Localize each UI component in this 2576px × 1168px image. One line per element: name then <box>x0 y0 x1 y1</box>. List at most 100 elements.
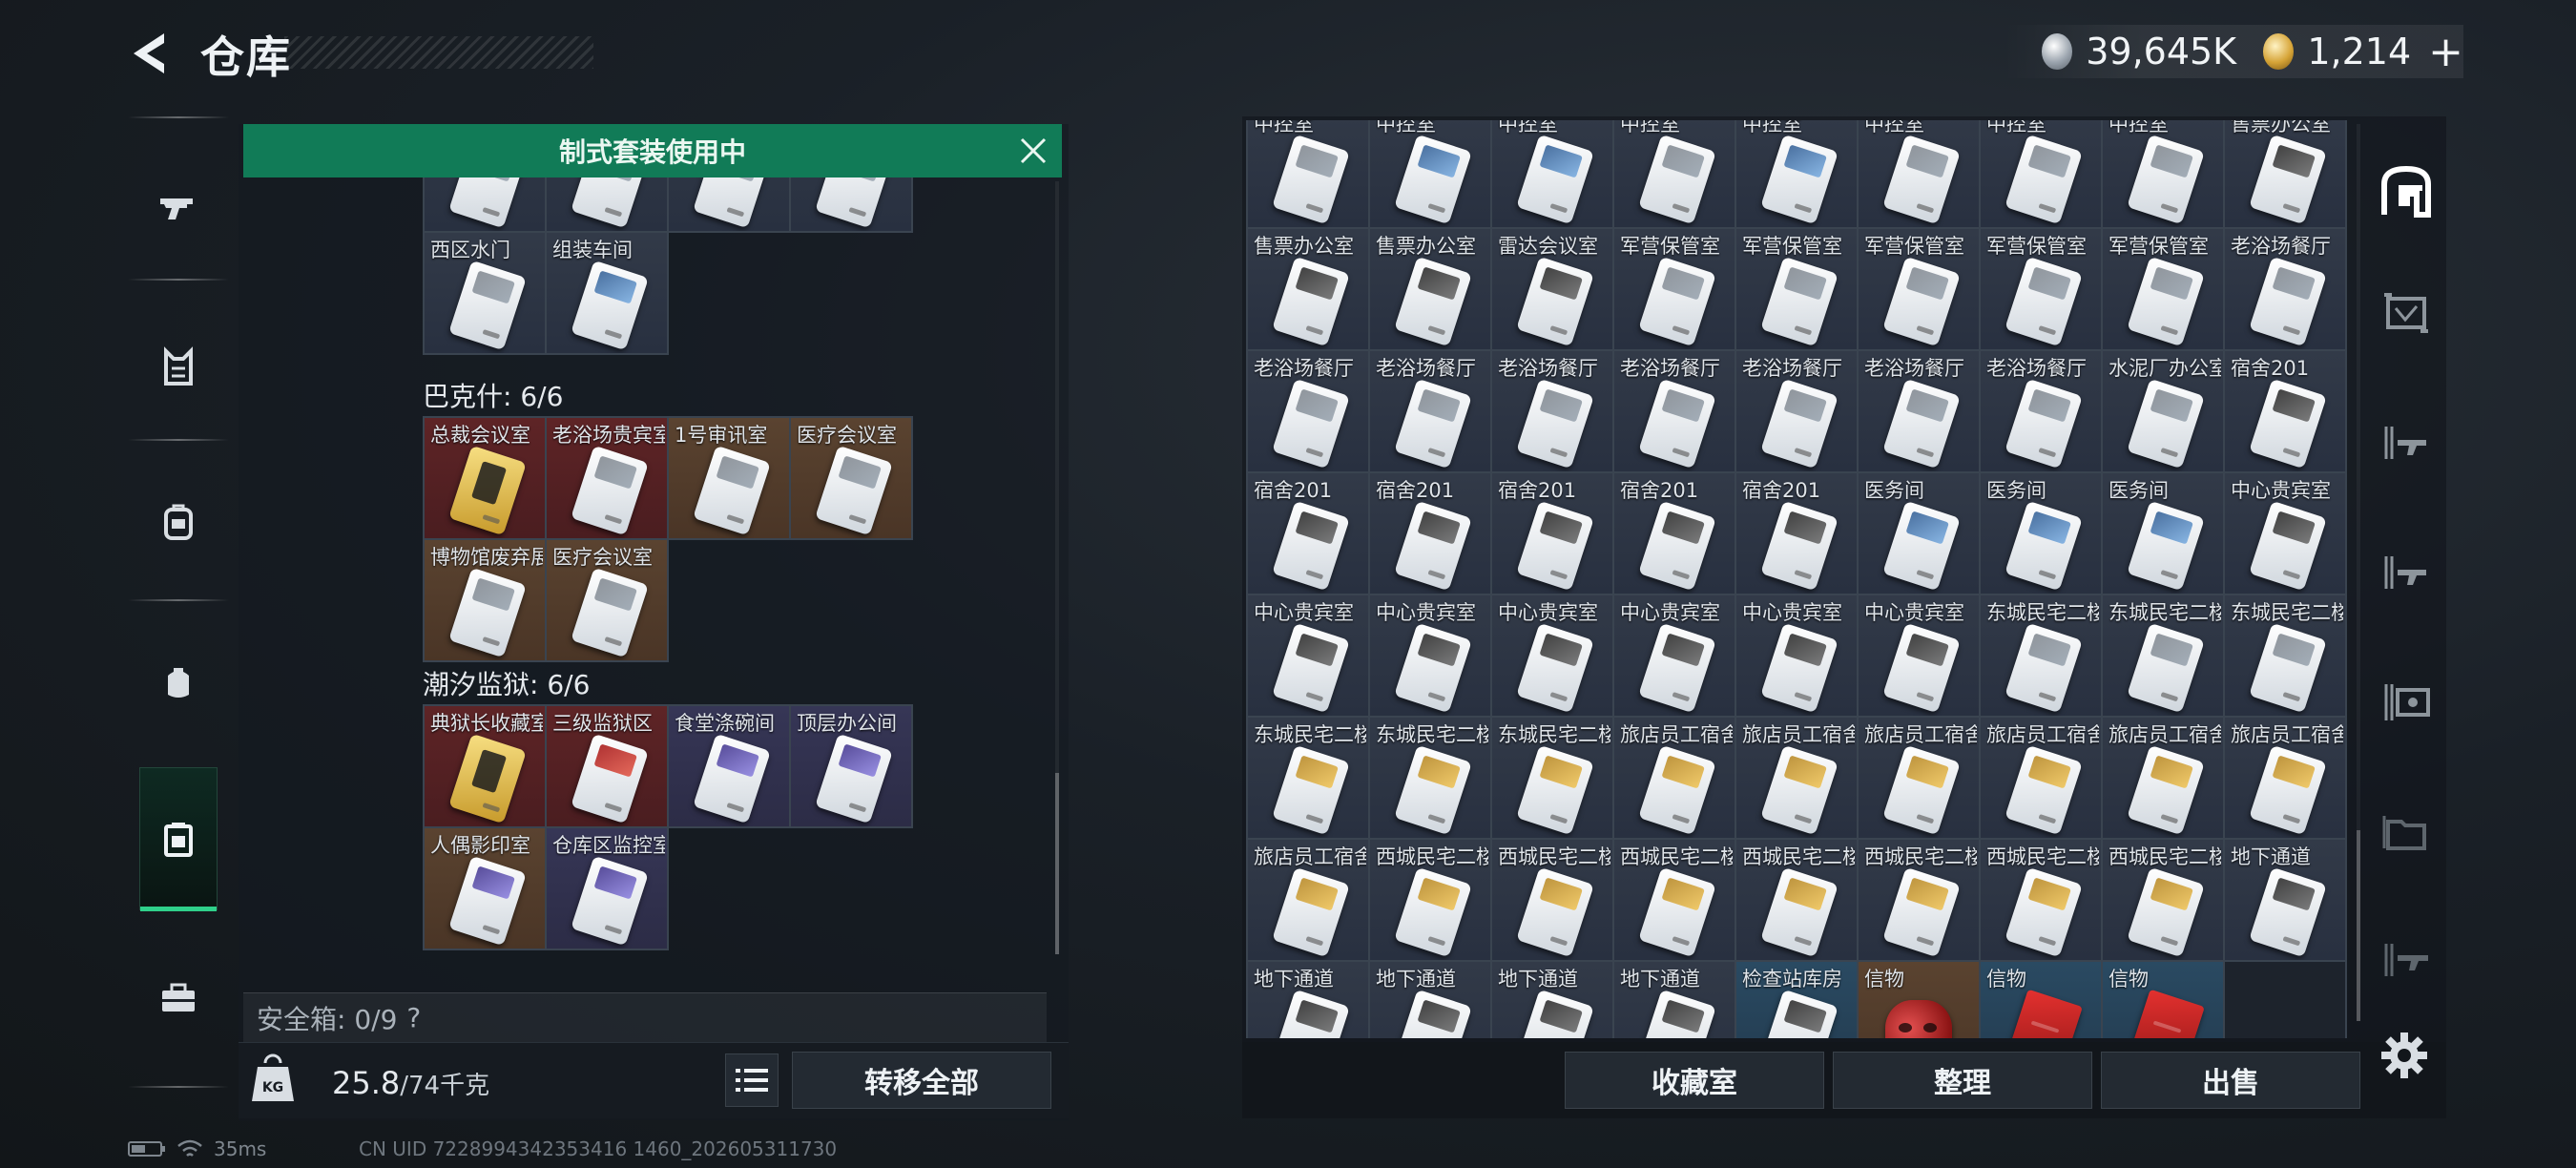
rail-vest-button[interactable] <box>139 296 218 439</box>
keycard-slot[interactable]: 信物 <box>1859 962 1981 1038</box>
keycard-slot[interactable]: 旅店员工宿舍 <box>1859 718 1981 840</box>
keycard-slot[interactable]: 三级监狱区 <box>547 706 669 828</box>
keycard-slot[interactable]: 西城民宅二楼 <box>1736 840 1859 962</box>
keycard-slot[interactable]: 旅店员工宿舍 <box>1736 718 1859 840</box>
keycard-slot[interactable]: 老浴场餐厅 <box>1859 351 1981 473</box>
keycard-slot[interactable]: 东城民宅二楼 <box>1981 595 2103 718</box>
keycard-slot[interactable]: 军营保管室 <box>1736 229 1859 351</box>
keycard-slot[interactable] <box>547 177 669 233</box>
keycard-slot[interactable]: 医务间 <box>1859 473 1981 595</box>
keycard-slot[interactable]: 西城民宅二楼 <box>1981 840 2103 962</box>
keycard-slot[interactable]: 中心贵宾室 <box>1614 595 1736 718</box>
keycard-slot[interactable]: 老浴场餐厅 <box>1370 351 1492 473</box>
keycard-slot[interactable]: 医疗会议室 <box>547 540 669 662</box>
keycard-slot[interactable]: 旅店员工宿舍 <box>1981 718 2103 840</box>
keycard-slot[interactable]: 医务间 <box>1981 473 2103 595</box>
help-icon[interactable]: ? <box>406 1002 421 1033</box>
keycard-slot[interactable]: 食堂涤碗间 <box>669 706 791 828</box>
right-scrollbar-thumb[interactable] <box>2357 830 2360 1021</box>
rail-gun-button[interactable] <box>139 136 218 279</box>
keycard-slot[interactable]: 老浴场餐厅 <box>1981 351 2103 473</box>
tab-file-folder[interactable] <box>2372 784 2441 880</box>
keycard-slot[interactable]: 老浴场餐厅 <box>1492 351 1614 473</box>
keycard-slot[interactable]: 宿舍201 <box>2225 351 2347 473</box>
keycard-slot[interactable]: 旅店员工宿舍 <box>1248 840 1370 962</box>
keycard-slot[interactable]: 西区水门 <box>425 233 547 355</box>
keycard-slot[interactable]: 中心贵宾室 <box>1248 595 1370 718</box>
keycard-slot[interactable]: 宿舍201 <box>1736 473 1859 595</box>
keycard-slot[interactable]: 老浴场贵宾室 <box>547 418 669 540</box>
keycard-slot[interactable]: 旅店员工宿舍 <box>2225 718 2347 840</box>
keycard-slot[interactable]: 地下通道 <box>1370 962 1492 1038</box>
keycard-slot[interactable]: 售票办公室 <box>2225 120 2347 229</box>
keycard-slot[interactable]: 中控室 <box>1981 120 2103 229</box>
keycard-slot[interactable]: 顶层办公间 <box>791 706 913 828</box>
tab-safe-deposit[interactable] <box>2372 655 2441 750</box>
currency-bar[interactable]: 39,645K 1,214 + <box>2004 25 2463 78</box>
keycard-slot[interactable]: 军营保管室 <box>1859 229 1981 351</box>
keycard-slot[interactable]: 仓库区监控室 <box>547 828 669 950</box>
sell-button[interactable]: 出售 <box>2101 1052 2360 1109</box>
keycard-slot[interactable]: 总裁会议室 <box>425 418 547 540</box>
tab-home-base[interactable] <box>2372 143 2441 239</box>
tab-weapon-rack-2[interactable] <box>2372 525 2441 620</box>
keycard-slot[interactable]: 老浴场餐厅 <box>2225 229 2347 351</box>
keycard-slot[interactable]: 宿舍201 <box>1614 473 1736 595</box>
keycard-slot[interactable]: 中心贵宾室 <box>1492 595 1614 718</box>
keycard-slot[interactable]: 西城民宅二楼 <box>1492 840 1614 962</box>
keycard-slot[interactable]: 检查站库房 <box>1736 962 1859 1038</box>
keycard-slot[interactable]: 中控室 <box>1736 120 1859 229</box>
keycard-slot[interactable]: 中心贵宾室 <box>1370 595 1492 718</box>
keycard-slot[interactable]: 军营保管室 <box>1981 229 2103 351</box>
keycard-slot[interactable]: 东城民宅二楼 <box>2225 595 2347 718</box>
tab-crate[interactable] <box>2372 265 2441 361</box>
keycard-slot[interactable]: 地下通道 <box>1248 962 1370 1038</box>
keycard-slot[interactable]: 老浴场餐厅 <box>1614 351 1736 473</box>
keycard-slot[interactable]: 东城民宅二楼 <box>1370 718 1492 840</box>
keycard-slot[interactable]: 中控室 <box>1492 120 1614 229</box>
keycard-slot[interactable]: 医务间 <box>2103 473 2225 595</box>
back-button[interactable] <box>124 27 172 80</box>
keycard-slot[interactable]: 老浴场餐厅 <box>1736 351 1859 473</box>
keycard-slot[interactable]: 组装车间 <box>547 233 669 355</box>
keycard-slot[interactable]: 军营保管室 <box>2103 229 2225 351</box>
tab-weapon-rack[interactable] <box>2372 395 2441 490</box>
rail-pouch-button[interactable] <box>139 611 218 754</box>
transfer-all-button[interactable]: 转移全部 <box>792 1052 1051 1109</box>
settings-button[interactable] <box>2376 1027 2433 1084</box>
sort-button[interactable]: 整理 <box>1833 1052 2092 1109</box>
keycard-slot[interactable]: 中心贵宾室 <box>1859 595 1981 718</box>
keycard-slot[interactable]: 售票办公室 <box>1370 229 1492 351</box>
collection-room-button[interactable]: 收藏室 <box>1565 1052 1824 1109</box>
keycard-slot[interactable]: 中控室 <box>2103 120 2225 229</box>
rail-keycard-case-button[interactable] <box>139 767 218 911</box>
add-currency-button[interactable]: + <box>2428 28 2463 76</box>
keycard-slot[interactable] <box>669 177 791 233</box>
keycard-slot[interactable]: 信物 <box>1981 962 2103 1038</box>
keycard-slot[interactable]: 中控室 <box>1370 120 1492 229</box>
keycard-slot[interactable]: 旅店员工宿舍 <box>2103 718 2225 840</box>
safe-box-row[interactable]: 安全箱: 0/9 ? <box>243 992 1047 1042</box>
keycard-slot[interactable]: 军营保管室 <box>1614 229 1736 351</box>
keycard-slot[interactable]: 老浴场餐厅 <box>1248 351 1370 473</box>
keycard-slot[interactable]: 宿舍201 <box>1492 473 1614 595</box>
keycard-slot[interactable]: 水泥厂办公室 <box>2103 351 2225 473</box>
keycard-slot[interactable]: 地下通道 <box>1492 962 1614 1038</box>
list-view-button[interactable] <box>725 1053 779 1107</box>
rail-toolbox-button[interactable] <box>139 928 218 1071</box>
keycard-slot[interactable]: 地下通道 <box>2225 840 2347 962</box>
keycard-slot[interactable]: 中控室 <box>1248 120 1370 229</box>
keycard-slot[interactable]: 宿舍201 <box>1248 473 1370 595</box>
keycard-slot[interactable]: 中控室 <box>1859 120 1981 229</box>
keycard-slot[interactable]: 西城民宅二楼 <box>1859 840 1981 962</box>
keycard-slot[interactable]: 西城民宅二楼 <box>1614 840 1736 962</box>
left-scrollbar-thumb[interactable] <box>1055 773 1059 954</box>
keycard-slot[interactable] <box>425 177 547 233</box>
keycard-slot[interactable] <box>791 177 913 233</box>
keycard-slot[interactable]: 宿舍201 <box>1370 473 1492 595</box>
keycard-slot[interactable]: 中心贵宾室 <box>1736 595 1859 718</box>
keycard-slot[interactable]: 中心贵宾室 <box>2225 473 2347 595</box>
keycard-slot[interactable]: 地下通道 <box>1614 962 1736 1038</box>
keycard-slot[interactable]: 典狱长收藏室 <box>425 706 547 828</box>
keycard-slot[interactable]: 医疗会议室 <box>791 418 913 540</box>
